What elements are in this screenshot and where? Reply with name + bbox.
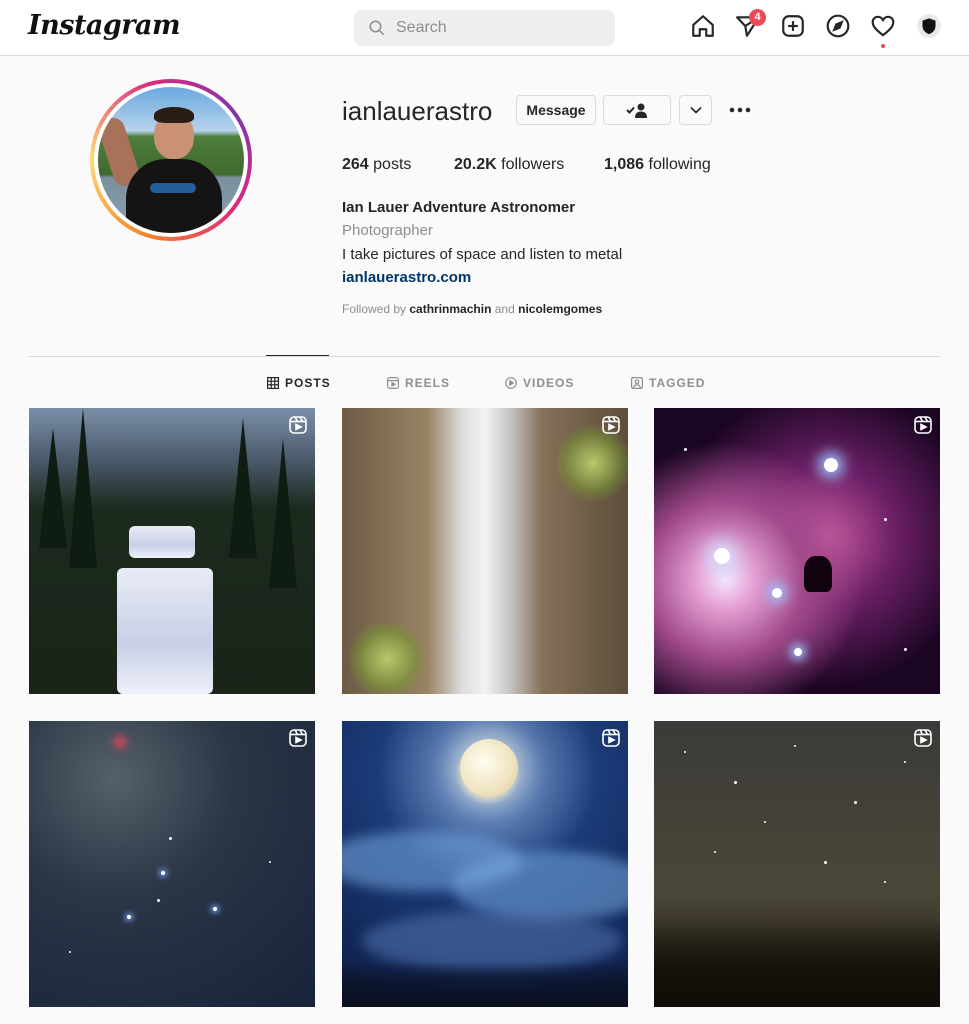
- followed-by-prefix: Followed by: [342, 302, 407, 316]
- direct-messages-icon[interactable]: 4: [735, 9, 766, 43]
- followers-count: 20.2K: [454, 156, 497, 173]
- profile-username: ianlauerastro: [342, 96, 493, 126]
- profile-website-link[interactable]: ianlauerastro.com: [342, 269, 471, 286]
- top-navigation-bar: Instagram 4: [0, 0, 969, 56]
- search-box[interactable]: [354, 10, 615, 46]
- tab-videos[interactable]: VIDEOS: [505, 376, 574, 390]
- post-tile[interactable]: [29, 721, 315, 1007]
- new-post-icon[interactable]: [780, 13, 808, 43]
- posts-stat: 264 posts: [342, 156, 411, 174]
- suggested-dropdown-button[interactable]: [679, 95, 712, 125]
- active-tab-indicator: [266, 355, 329, 356]
- tab-reels-label: REELS: [405, 376, 451, 390]
- reel-icon: [914, 416, 932, 434]
- posts-count: 264: [342, 156, 369, 173]
- reel-icon: [289, 416, 307, 434]
- reel-icon: [602, 729, 620, 747]
- tab-tagged-label: TAGGED: [649, 376, 706, 390]
- following-count: 1,086: [604, 156, 645, 173]
- tab-videos-label: VIDEOS: [523, 376, 575, 390]
- tab-reels[interactable]: REELS: [387, 376, 450, 390]
- followed-by-user-2[interactable]: nicolemgomes: [518, 302, 602, 316]
- followed-by-text[interactable]: Followed by cathrinmachin and nicolemgom…: [342, 302, 602, 316]
- home-icon[interactable]: [690, 13, 718, 43]
- reel-icon: [914, 729, 932, 747]
- followers-stat[interactable]: 20.2K followers: [454, 156, 564, 174]
- profile-category: Photographer: [342, 222, 433, 239]
- reel-icon: [602, 416, 620, 434]
- tab-posts-label: POSTS: [285, 376, 331, 390]
- profile-picture[interactable]: [98, 87, 244, 233]
- post-tile[interactable]: [342, 721, 628, 1007]
- search-icon: [369, 20, 385, 36]
- activity-heart-icon[interactable]: [870, 13, 898, 48]
- chevron-down-icon: [689, 106, 702, 114]
- reels-icon: [387, 377, 399, 389]
- tag-icon: [631, 377, 643, 389]
- followers-label: followers: [501, 156, 565, 173]
- followed-by-user-1[interactable]: cathrinmachin: [409, 302, 491, 316]
- following-label: following: [648, 156, 711, 173]
- post-tile[interactable]: [654, 721, 940, 1007]
- following-button[interactable]: [603, 95, 671, 125]
- messages-badge: 4: [749, 9, 766, 26]
- posts-label: posts: [373, 156, 412, 173]
- post-tile[interactable]: [654, 408, 940, 694]
- profile-full-name: Ian Lauer Adventure Astronomer: [342, 199, 576, 216]
- following-check-user-icon: [626, 103, 647, 118]
- reel-icon: [289, 729, 307, 747]
- activity-dot: [881, 44, 885, 48]
- tab-tagged[interactable]: TAGGED: [631, 376, 705, 390]
- profile-bio: I take pictures of space and listen to m…: [342, 246, 623, 263]
- followed-by-conj: and: [494, 302, 515, 316]
- more-options-icon[interactable]: [728, 101, 752, 119]
- grid-icon: [267, 377, 279, 389]
- post-tile[interactable]: [342, 408, 628, 694]
- tabs-divider: [29, 356, 940, 357]
- search-input[interactable]: [396, 10, 606, 46]
- play-icon: [505, 377, 517, 389]
- explore-icon[interactable]: [825, 13, 853, 43]
- following-stat[interactable]: 1,086 following: [604, 156, 711, 174]
- instagram-logo[interactable]: Instagram: [28, 10, 181, 41]
- post-tile[interactable]: [29, 408, 315, 694]
- tab-posts[interactable]: POSTS: [267, 376, 331, 390]
- message-button[interactable]: Message: [516, 95, 596, 125]
- profile-avatar-icon[interactable]: [916, 13, 944, 43]
